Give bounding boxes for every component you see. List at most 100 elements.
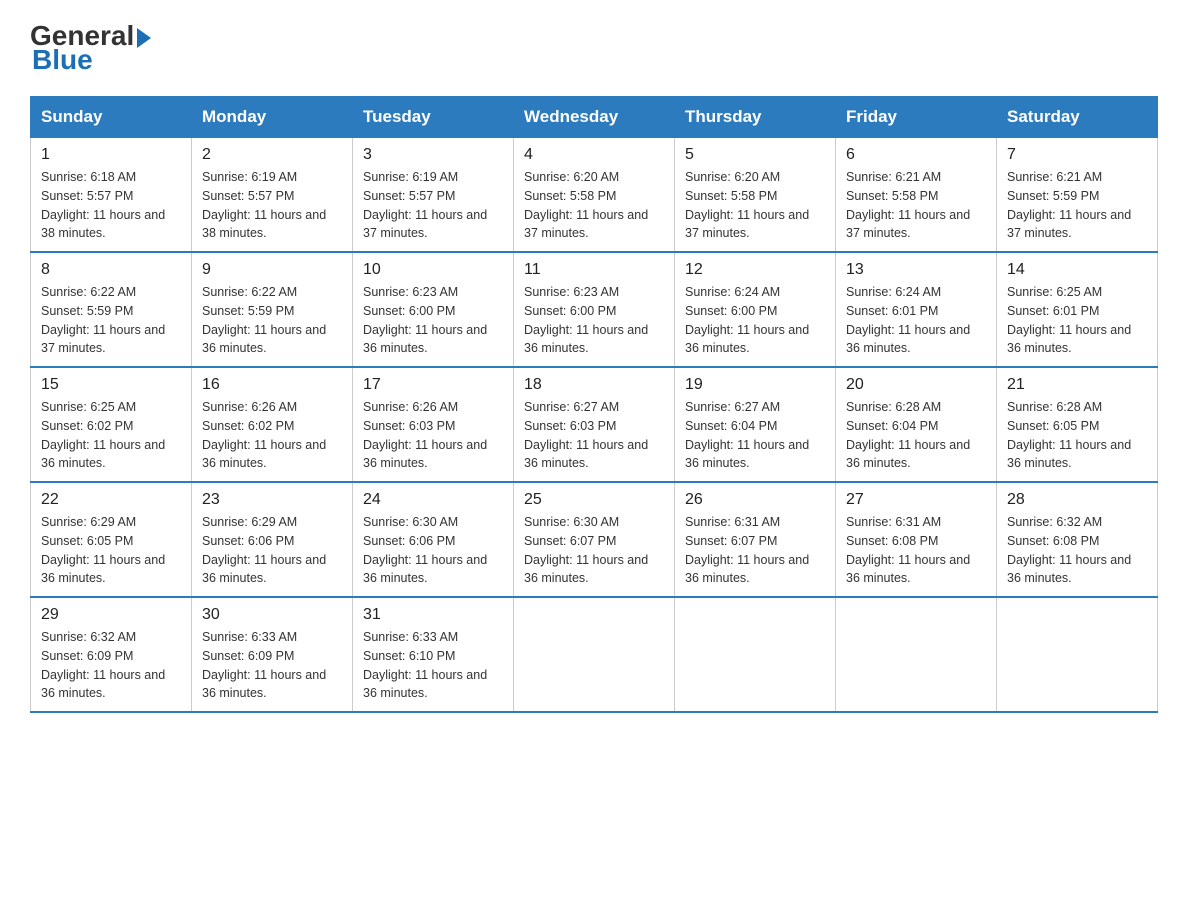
day-number: 22 [41,491,181,509]
day-number: 7 [1007,146,1147,164]
calendar-cell: 25 Sunrise: 6:30 AMSunset: 6:07 PMDayligh… [514,482,675,597]
calendar-cell: 26Sunrise: 6:31 AMSunset: 6:07 PMDayligh… [675,482,836,597]
calendar-cell: 28 Sunrise: 6:32 AMSunset: 6:08 PMDayligh… [997,482,1158,597]
day-info: Sunrise: 6:29 AMSunset: 6:05 PMDaylight:… [41,513,181,588]
day-info: Sunrise: 6:22 AMSunset: 5:59 PMDaylight:… [202,283,342,358]
calendar-cell: 30 Sunrise: 6:33 AMSunset: 6:09 PMDayligh… [192,597,353,712]
calendar-cell: 4 Sunrise: 6:20 AMSunset: 5:58 PMDaylight… [514,138,675,253]
calendar-cell: 24Sunrise: 6:30 AMSunset: 6:06 PMDayligh… [353,482,514,597]
day-number: 19 [685,376,825,394]
calendar-cell: 18 Sunrise: 6:27 AMSunset: 6:03 PMDayligh… [514,367,675,482]
day-info: Sunrise: 6:27 AMSunset: 6:04 PMDaylight:… [685,398,825,473]
day-info: Sunrise: 6:33 AMSunset: 6:09 PMDaylight:… [202,628,342,703]
day-number: 15 [41,376,181,394]
calendar-cell: 16Sunrise: 6:26 AMSunset: 6:02 PMDayligh… [192,367,353,482]
day-info: Sunrise: 6:30 AMSunset: 6:07 PMDaylight:… [524,513,664,588]
day-info: Sunrise: 6:26 AMSunset: 6:03 PMDaylight:… [363,398,503,473]
day-number: 9 [202,261,342,279]
calendar-cell: 5 Sunrise: 6:20 AMSunset: 5:58 PMDaylight… [675,138,836,253]
day-number: 10 [363,261,503,279]
header-monday: Monday [192,97,353,138]
header-friday: Friday [836,97,997,138]
calendar-cell: 1 Sunrise: 6:18 AMSunset: 5:57 PMDaylight… [31,138,192,253]
day-number: 14 [1007,261,1147,279]
day-number: 28 [1007,491,1147,509]
day-info: Sunrise: 6:28 AMSunset: 6:04 PMDaylight:… [846,398,986,473]
day-info: Sunrise: 6:32 AMSunset: 6:08 PMDaylight:… [1007,513,1147,588]
calendar-cell: 11 Sunrise: 6:23 AMSunset: 6:00 PMDayligh… [514,252,675,367]
day-number: 5 [685,146,825,164]
calendar-week-row: 1 Sunrise: 6:18 AMSunset: 5:57 PMDaylight… [31,138,1158,253]
day-info: Sunrise: 6:31 AMSunset: 6:08 PMDaylight:… [846,513,986,588]
day-info: Sunrise: 6:23 AMSunset: 6:00 PMDaylight:… [363,283,503,358]
day-info: Sunrise: 6:20 AMSunset: 5:58 PMDaylight:… [524,168,664,243]
day-number: 29 [41,606,181,624]
day-number: 8 [41,261,181,279]
day-number: 2 [202,146,342,164]
day-info: Sunrise: 6:31 AMSunset: 6:07 PMDaylight:… [685,513,825,588]
calendar-cell: 8 Sunrise: 6:22 AMSunset: 5:59 PMDaylight… [31,252,192,367]
day-info: Sunrise: 6:19 AMSunset: 5:57 PMDaylight:… [363,168,503,243]
calendar-cell: 6Sunrise: 6:21 AMSunset: 5:58 PMDaylight… [836,138,997,253]
day-number: 20 [846,376,986,394]
calendar-cell [836,597,997,712]
day-info: Sunrise: 6:19 AMSunset: 5:57 PMDaylight:… [202,168,342,243]
calendar-table: SundayMondayTuesdayWednesdayThursdayFrid… [30,96,1158,713]
day-info: Sunrise: 6:24 AMSunset: 6:00 PMDaylight:… [685,283,825,358]
logo: General Blue [30,20,151,76]
calendar-cell: 14 Sunrise: 6:25 AMSunset: 6:01 PMDayligh… [997,252,1158,367]
calendar-cell [514,597,675,712]
calendar-cell: 31 Sunrise: 6:33 AMSunset: 6:10 PMDayligh… [353,597,514,712]
calendar-week-row: 22 Sunrise: 6:29 AMSunset: 6:05 PMDayligh… [31,482,1158,597]
day-info: Sunrise: 6:25 AMSunset: 6:01 PMDaylight:… [1007,283,1147,358]
header-saturday: Saturday [997,97,1158,138]
day-number: 3 [363,146,503,164]
day-info: Sunrise: 6:24 AMSunset: 6:01 PMDaylight:… [846,283,986,358]
day-info: Sunrise: 6:25 AMSunset: 6:02 PMDaylight:… [41,398,181,473]
day-number: 11 [524,261,664,279]
calendar-cell: 17 Sunrise: 6:26 AMSunset: 6:03 PMDayligh… [353,367,514,482]
calendar-cell: 12 Sunrise: 6:24 AMSunset: 6:00 PMDayligh… [675,252,836,367]
calendar-cell: 13 Sunrise: 6:24 AMSunset: 6:01 PMDayligh… [836,252,997,367]
day-info: Sunrise: 6:23 AMSunset: 6:00 PMDaylight:… [524,283,664,358]
day-info: Sunrise: 6:30 AMSunset: 6:06 PMDaylight:… [363,513,503,588]
calendar-cell: 2 Sunrise: 6:19 AMSunset: 5:57 PMDaylight… [192,138,353,253]
day-info: Sunrise: 6:28 AMSunset: 6:05 PMDaylight:… [1007,398,1147,473]
day-info: Sunrise: 6:27 AMSunset: 6:03 PMDaylight:… [524,398,664,473]
day-number: 25 [524,491,664,509]
day-info: Sunrise: 6:32 AMSunset: 6:09 PMDaylight:… [41,628,181,703]
logo-blue: Blue [32,44,151,76]
calendar-cell: 9 Sunrise: 6:22 AMSunset: 5:59 PMDaylight… [192,252,353,367]
day-number: 23 [202,491,342,509]
calendar-cell: 19 Sunrise: 6:27 AMSunset: 6:04 PMDayligh… [675,367,836,482]
header-tuesday: Tuesday [353,97,514,138]
calendar-cell: 20 Sunrise: 6:28 AMSunset: 6:04 PMDayligh… [836,367,997,482]
calendar-cell: 23Sunrise: 6:29 AMSunset: 6:06 PMDayligh… [192,482,353,597]
day-info: Sunrise: 6:26 AMSunset: 6:02 PMDaylight:… [202,398,342,473]
day-number: 30 [202,606,342,624]
calendar-cell: 7Sunrise: 6:21 AMSunset: 5:59 PMDaylight… [997,138,1158,253]
calendar-cell: 21 Sunrise: 6:28 AMSunset: 6:05 PMDayligh… [997,367,1158,482]
day-number: 21 [1007,376,1147,394]
day-number: 6 [846,146,986,164]
page-header: General Blue [30,20,1158,76]
day-info: Sunrise: 6:33 AMSunset: 6:10 PMDaylight:… [363,628,503,703]
day-number: 12 [685,261,825,279]
calendar-cell: 22 Sunrise: 6:29 AMSunset: 6:05 PMDayligh… [31,482,192,597]
calendar-week-row: 29 Sunrise: 6:32 AMSunset: 6:09 PMDayligh… [31,597,1158,712]
day-number: 18 [524,376,664,394]
day-number: 1 [41,146,181,164]
header-wednesday: Wednesday [514,97,675,138]
calendar-cell: 10 Sunrise: 6:23 AMSunset: 6:00 PMDayligh… [353,252,514,367]
day-info: Sunrise: 6:20 AMSunset: 5:58 PMDaylight:… [685,168,825,243]
day-number: 4 [524,146,664,164]
day-number: 13 [846,261,986,279]
day-info: Sunrise: 6:22 AMSunset: 5:59 PMDaylight:… [41,283,181,358]
header-thursday: Thursday [675,97,836,138]
day-info: Sunrise: 6:18 AMSunset: 5:57 PMDaylight:… [41,168,181,243]
calendar-week-row: 8 Sunrise: 6:22 AMSunset: 5:59 PMDaylight… [31,252,1158,367]
calendar-header-row: SundayMondayTuesdayWednesdayThursdayFrid… [31,97,1158,138]
calendar-cell: 29 Sunrise: 6:32 AMSunset: 6:09 PMDayligh… [31,597,192,712]
day-number: 31 [363,606,503,624]
day-number: 17 [363,376,503,394]
